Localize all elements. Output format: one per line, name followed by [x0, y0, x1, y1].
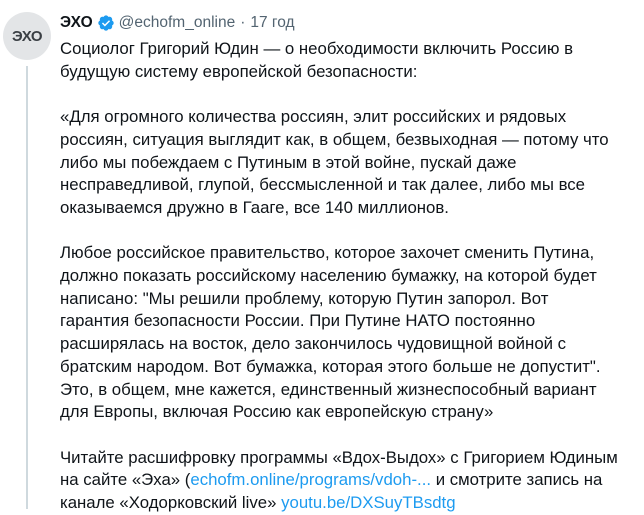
handle[interactable]: @echofm_online [119, 13, 236, 33]
tweet: ЭХО @echofm_online · 17 год Социолог Гри… [60, 12, 644, 515]
tweet-intro: Социолог Григорий Юдин — о необходимости… [60, 39, 573, 81]
timestamp[interactable]: 17 год [250, 13, 294, 33]
youtube-link[interactable]: youtu.be/DXSuyTBsdtg [281, 493, 455, 512]
tweet-outro: Читайте расшифровку программы «Вдох-Выдо… [60, 447, 638, 515]
outro-line-2-pre: на сайте «Эха» ( [60, 470, 191, 490]
separator-dot: · [240, 14, 246, 31]
outro-line-2-post: и смотрите запись на [431, 470, 603, 490]
tweet-text: Социолог Григорий Юдин — о необходимости… [60, 38, 638, 515]
outro-line-3-pre: канале «Ходорковский live» [60, 493, 282, 513]
program-link[interactable]: echofm.online/programs/vdoh-... [190, 470, 431, 489]
tweet-header: ЭХО @echofm_online · 17 год [60, 12, 644, 34]
verified-badge-icon [97, 14, 115, 32]
outro-line-1: Читайте расшифровку программы «Вдох-Выдо… [60, 447, 618, 467]
avatar[interactable]: ЭХО [3, 12, 51, 60]
display-name[interactable]: ЭХО [60, 13, 93, 33]
thread-line [26, 66, 28, 509]
quote-paragraph-1: «Для огромного количества россиян, элит … [60, 107, 609, 217]
quote-paragraph-2: Любое российское правительство, которое … [60, 243, 601, 422]
